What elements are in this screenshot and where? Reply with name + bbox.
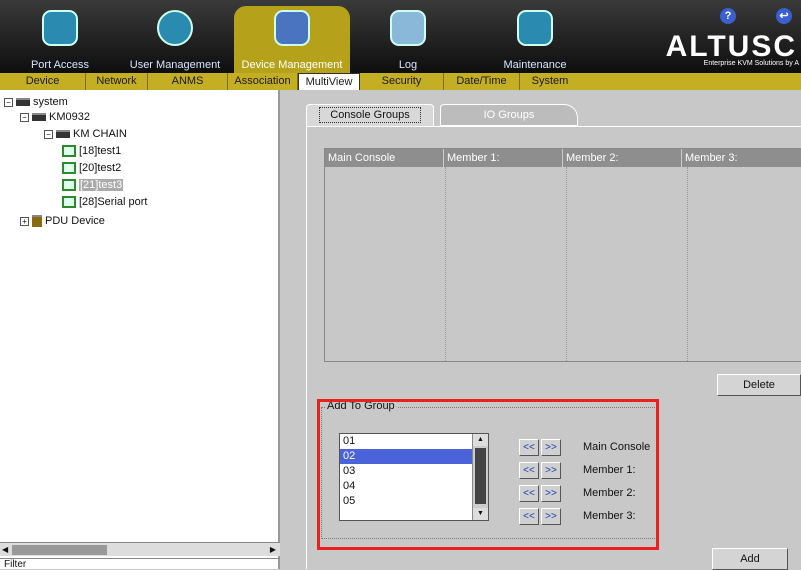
log-icon: [390, 10, 426, 46]
tree-label: [28]Serial port: [79, 196, 148, 208]
nav-label: User Management: [129, 59, 221, 71]
scroll-left-icon[interactable]: ◀: [2, 545, 8, 554]
port-icon: [62, 196, 76, 208]
nav-label: Maintenance: [503, 59, 567, 71]
device-management-icon: [274, 10, 310, 46]
tree-label: KM0932: [49, 111, 90, 123]
nav-label: Log: [398, 59, 418, 71]
tab-label: Console Groups: [319, 107, 421, 123]
highlight-annotation: [317, 399, 659, 550]
column-divider: [687, 167, 688, 361]
column-divider: [566, 167, 567, 361]
nav-label: Port Access: [30, 59, 90, 71]
subnav-device[interactable]: Device: [0, 73, 86, 90]
filter-label: Filter: [0, 558, 280, 570]
tree-label: KM CHAIN: [73, 128, 127, 140]
tree-label: [21]test3: [79, 179, 124, 191]
port-icon: [62, 145, 76, 157]
nav-maintenance[interactable]: Maintenance: [490, 6, 580, 73]
tree-label: PDU Device: [45, 215, 105, 227]
brand-tagline: Enterprise KVM Solutions by A: [703, 60, 799, 67]
nav-port-access[interactable]: Port Access: [20, 6, 100, 73]
subnav-security[interactable]: Security: [360, 73, 444, 90]
tab-io-groups[interactable]: IO Groups: [440, 104, 578, 126]
tree-label: system: [33, 96, 68, 108]
device-icon: [56, 130, 70, 138]
tree-label: [18]test1: [79, 145, 122, 157]
port-access-icon: [42, 10, 78, 46]
nav-label: Device Management: [241, 59, 343, 71]
multiview-panel: Console Groups IO Groups Main Console Me…: [282, 90, 801, 570]
nav-device-management[interactable]: Device Management: [234, 6, 350, 73]
logout-icon[interactable]: ↩: [776, 8, 792, 24]
tree-port[interactable]: [28]Serial port: [62, 196, 147, 208]
column-header: Member 2:: [563, 149, 682, 167]
nav-log[interactable]: Log: [378, 6, 438, 73]
subnav-anms[interactable]: ANMS: [148, 73, 228, 90]
scrollbar-thumb[interactable]: [12, 545, 107, 555]
collapse-icon[interactable]: −: [4, 97, 13, 107]
port-icon: [62, 162, 76, 174]
nav-user-management[interactable]: User Management: [120, 6, 230, 73]
brand-logo: ALTUSC: [665, 30, 797, 63]
expand-icon[interactable]: +: [20, 216, 29, 226]
subnav-network[interactable]: Network: [86, 73, 148, 90]
top-navigation-bar: Port Access User Management Device Manag…: [0, 0, 801, 73]
tree-label: [20]test2: [79, 162, 122, 174]
column-header: Main Console: [325, 149, 444, 167]
column-divider: [445, 167, 446, 361]
table-header: Main Console Member 1: Member 2: Member …: [325, 149, 801, 167]
collapse-icon[interactable]: −: [44, 129, 53, 139]
sub-navigation: Device Network ANMS Association MultiVie…: [0, 73, 801, 90]
delete-button[interactable]: Delete: [717, 374, 801, 396]
help-icon[interactable]: ?: [720, 8, 736, 24]
subnav-multiview[interactable]: MultiView: [298, 73, 360, 90]
tree-port-selected[interactable]: [21]test3: [62, 179, 124, 191]
pdu-icon: [32, 215, 42, 227]
maintenance-icon: [517, 10, 553, 46]
subnav-date-time[interactable]: Date/Time: [444, 73, 520, 90]
tree-node-pdu[interactable]: + PDU Device: [20, 215, 105, 227]
tree-node-km0932[interactable]: − KM0932: [20, 111, 90, 123]
console-groups-table: Main Console Member 1: Member 2: Member …: [324, 148, 801, 362]
column-header: Member 1:: [444, 149, 563, 167]
tree-port[interactable]: [18]test1: [62, 145, 121, 157]
port-icon: [62, 179, 76, 191]
scroll-right-icon[interactable]: ▶: [270, 545, 276, 554]
console-groups-panel: Main Console Member 1: Member 2: Member …: [306, 126, 801, 570]
users-icon: [157, 10, 193, 46]
collapse-icon[interactable]: −: [20, 112, 29, 122]
add-button[interactable]: Add: [712, 548, 788, 570]
subnav-association[interactable]: Association: [228, 73, 298, 90]
tree-port[interactable]: [20]test2: [62, 162, 121, 174]
subnav-system[interactable]: System: [520, 73, 580, 90]
tree-node-system[interactable]: − system: [4, 96, 68, 108]
tree-node-km-chain[interactable]: − KM CHAIN: [44, 128, 127, 140]
tab-console-groups[interactable]: Console Groups: [306, 104, 434, 126]
device-icon: [32, 113, 46, 121]
tree-horizontal-scrollbar[interactable]: ◀ ▶: [0, 542, 280, 556]
column-header: Member 3:: [685, 152, 738, 164]
device-tree: − system − KM0932 − KM CHAIN [18]test1 […: [0, 90, 280, 569]
device-icon: [16, 98, 30, 106]
